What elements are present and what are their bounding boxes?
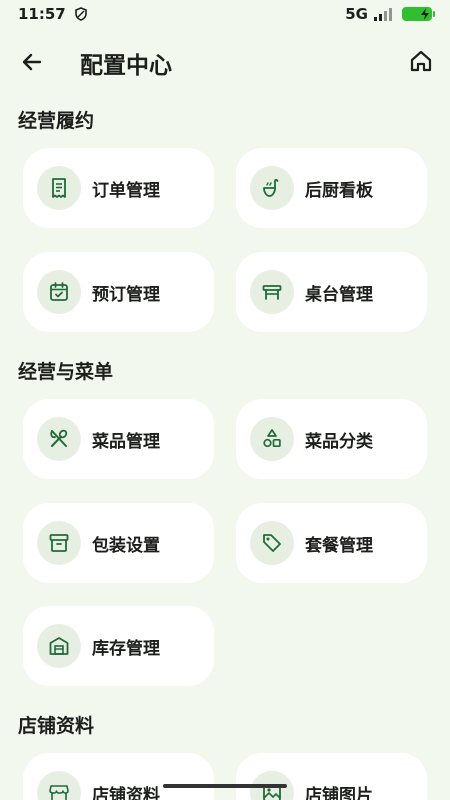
- card-label: 菜品分类: [305, 431, 373, 452]
- table-icon: [262, 285, 282, 300]
- calendar-check-icon: [50, 282, 68, 301]
- card-packaging-settings[interactable]: 包装设置: [23, 503, 214, 583]
- status-right: 5G: [345, 5, 435, 23]
- arrow-left-icon[interactable]: [18, 48, 46, 76]
- icon-wrap: [37, 166, 81, 210]
- receipt-icon: [52, 178, 66, 198]
- icon-wrap: [250, 417, 294, 461]
- utensils-icon: [50, 429, 68, 447]
- page-title: 配置中心: [80, 53, 172, 79]
- icon-wrap: [37, 417, 81, 461]
- section-title-fulfillment: 经营履约: [18, 110, 95, 132]
- icon-wrap: [250, 166, 294, 210]
- card-label: 套餐管理: [305, 535, 373, 556]
- app-header: 配置中心: [0, 40, 450, 84]
- card-dish-category[interactable]: 菜品分类: [236, 399, 427, 479]
- card-reservation-management[interactable]: 预订管理: [23, 252, 214, 332]
- store-icon: [49, 785, 69, 800]
- battery-icon: [402, 7, 435, 21]
- section-title-menu: 经营与菜单: [18, 361, 114, 383]
- card-store-images[interactable]: 店铺图片: [236, 753, 427, 800]
- network-type: 5G: [345, 5, 368, 23]
- icon-wrap: [37, 771, 81, 800]
- card-kitchen-board[interactable]: 后厨看板: [236, 148, 427, 228]
- ladle-icon: [263, 178, 279, 197]
- card-label: 库存管理: [92, 638, 160, 659]
- icon-wrap: [37, 270, 81, 314]
- shapes-icon: [263, 429, 281, 448]
- card-label: 店铺资料: [92, 785, 160, 800]
- tag-icon: [263, 534, 281, 552]
- status-time: 11:57: [18, 5, 66, 23]
- card-combo-management[interactable]: 套餐管理: [236, 503, 427, 583]
- card-label: 菜品管理: [92, 431, 160, 452]
- card-table-management[interactable]: 桌台管理: [236, 252, 427, 332]
- card-label: 后厨看板: [305, 180, 373, 201]
- card-label: 预订管理: [92, 284, 160, 305]
- home-indicator[interactable]: [163, 784, 287, 788]
- warehouse-icon: [49, 637, 69, 655]
- card-inventory-management[interactable]: 库存管理: [23, 606, 214, 686]
- icon-wrap: [37, 521, 81, 565]
- icon-wrap: [250, 270, 294, 314]
- status-bar: 11:57 5G: [0, 0, 450, 28]
- archive-box-icon: [49, 534, 69, 552]
- card-order-management[interactable]: 订单管理: [23, 148, 214, 228]
- card-label: 店铺图片: [305, 785, 373, 800]
- section-title-store-info: 店铺资料: [18, 715, 95, 737]
- card-store-info[interactable]: 店铺资料: [23, 753, 214, 800]
- home-icon[interactable]: [408, 48, 434, 74]
- icon-wrap: [37, 624, 81, 668]
- shield-icon: [74, 7, 87, 21]
- card-label: 桌台管理: [305, 284, 373, 305]
- card-dish-management[interactable]: 菜品管理: [23, 399, 214, 479]
- signal-icon: [374, 7, 392, 21]
- card-label: 订单管理: [92, 180, 160, 201]
- card-label: 包装设置: [92, 535, 160, 556]
- icon-wrap: [250, 521, 294, 565]
